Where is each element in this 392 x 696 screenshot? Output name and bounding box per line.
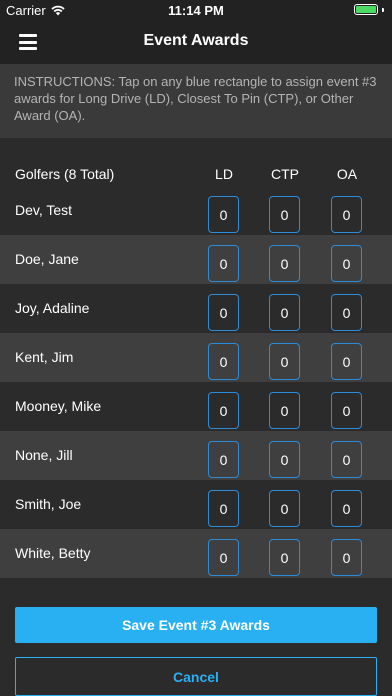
oa-award-box[interactable]: 0	[331, 343, 362, 380]
oa-award-box[interactable]: 0	[331, 441, 362, 478]
golfer-row: White, Betty 0 0 0	[0, 529, 392, 578]
status-right	[354, 4, 384, 15]
ld-award-box[interactable]: 0	[208, 294, 239, 331]
ld-header: LD	[215, 166, 233, 182]
ctp-award-box[interactable]: 0	[269, 196, 300, 233]
golfer-name: Kent, Jim	[15, 349, 74, 365]
oa-award-box[interactable]: 0	[331, 196, 362, 233]
nav-bar: Event Awards	[0, 20, 392, 64]
ld-award-box[interactable]: 0	[208, 245, 239, 282]
golfer-name: Mooney, Mike	[15, 398, 102, 414]
table-header: Golfers (8 Total) LD CTP OA	[0, 162, 392, 186]
ctp-award-box[interactable]: 0	[269, 245, 300, 282]
ctp-award-box[interactable]: 0	[269, 343, 300, 380]
golfer-name: None, Jill	[15, 447, 73, 463]
oa-award-box[interactable]: 0	[331, 245, 362, 282]
oa-header: OA	[336, 166, 358, 182]
page-title: Event Awards	[143, 32, 249, 49]
golfers-header: Golfers (8 Total)	[15, 166, 115, 182]
save-awards-button[interactable]: Save Event #3 Awards	[15, 607, 377, 643]
golfer-name: Doe, Jane	[15, 251, 79, 267]
ld-award-box[interactable]: 0	[208, 490, 239, 527]
ld-award-box[interactable]: 0	[208, 196, 239, 233]
ld-award-box[interactable]: 0	[208, 343, 239, 380]
golfer-row: Mooney, Mike 0 0 0	[0, 382, 392, 431]
instructions-text: INSTRUCTIONS: Tap on any blue rectangle …	[0, 64, 392, 138]
ctp-award-box[interactable]: 0	[269, 392, 300, 429]
ld-award-box[interactable]: 0	[208, 392, 239, 429]
golfer-row: Joy, Adaline 0 0 0	[0, 284, 392, 333]
status-time: 11:14 PM	[168, 3, 224, 18]
oa-award-box[interactable]: 0	[331, 294, 362, 331]
golfer-row: Kent, Jim 0 0 0	[0, 333, 392, 382]
golfer-row: Dev, Test 0 0 0	[0, 186, 392, 235]
oa-award-box[interactable]: 0	[331, 539, 362, 576]
ctp-award-box[interactable]: 0	[269, 539, 300, 576]
ctp-award-box[interactable]: 0	[269, 294, 300, 331]
oa-award-box[interactable]: 0	[331, 490, 362, 527]
golfer-name: Smith, Joe	[15, 496, 82, 512]
golfer-name: Joy, Adaline	[15, 300, 90, 316]
battery-tip	[382, 7, 384, 12]
golfer-row: Doe, Jane 0 0 0	[0, 235, 392, 284]
ctp-award-box[interactable]: 0	[269, 490, 300, 527]
battery-icon	[354, 4, 378, 15]
golfer-row: Smith, Joe 0 0 0	[0, 480, 392, 529]
golfer-row: None, Jill 0 0 0	[0, 431, 392, 480]
golfer-name: White, Betty	[15, 545, 91, 561]
ctp-award-box[interactable]: 0	[269, 441, 300, 478]
cancel-button[interactable]: Cancel	[15, 657, 377, 696]
ld-award-box[interactable]: 0	[208, 539, 239, 576]
ctp-header: CTP	[271, 166, 299, 182]
ld-award-box[interactable]: 0	[208, 441, 239, 478]
oa-award-box[interactable]: 0	[331, 392, 362, 429]
golfer-list: Dev, Test 0 0 0 Doe, Jane 0 0 0 Joy, Ada…	[0, 186, 392, 578]
status-bar: Carrier 11:14 PM	[0, 0, 392, 20]
golfer-name: Dev, Test	[15, 202, 73, 218]
